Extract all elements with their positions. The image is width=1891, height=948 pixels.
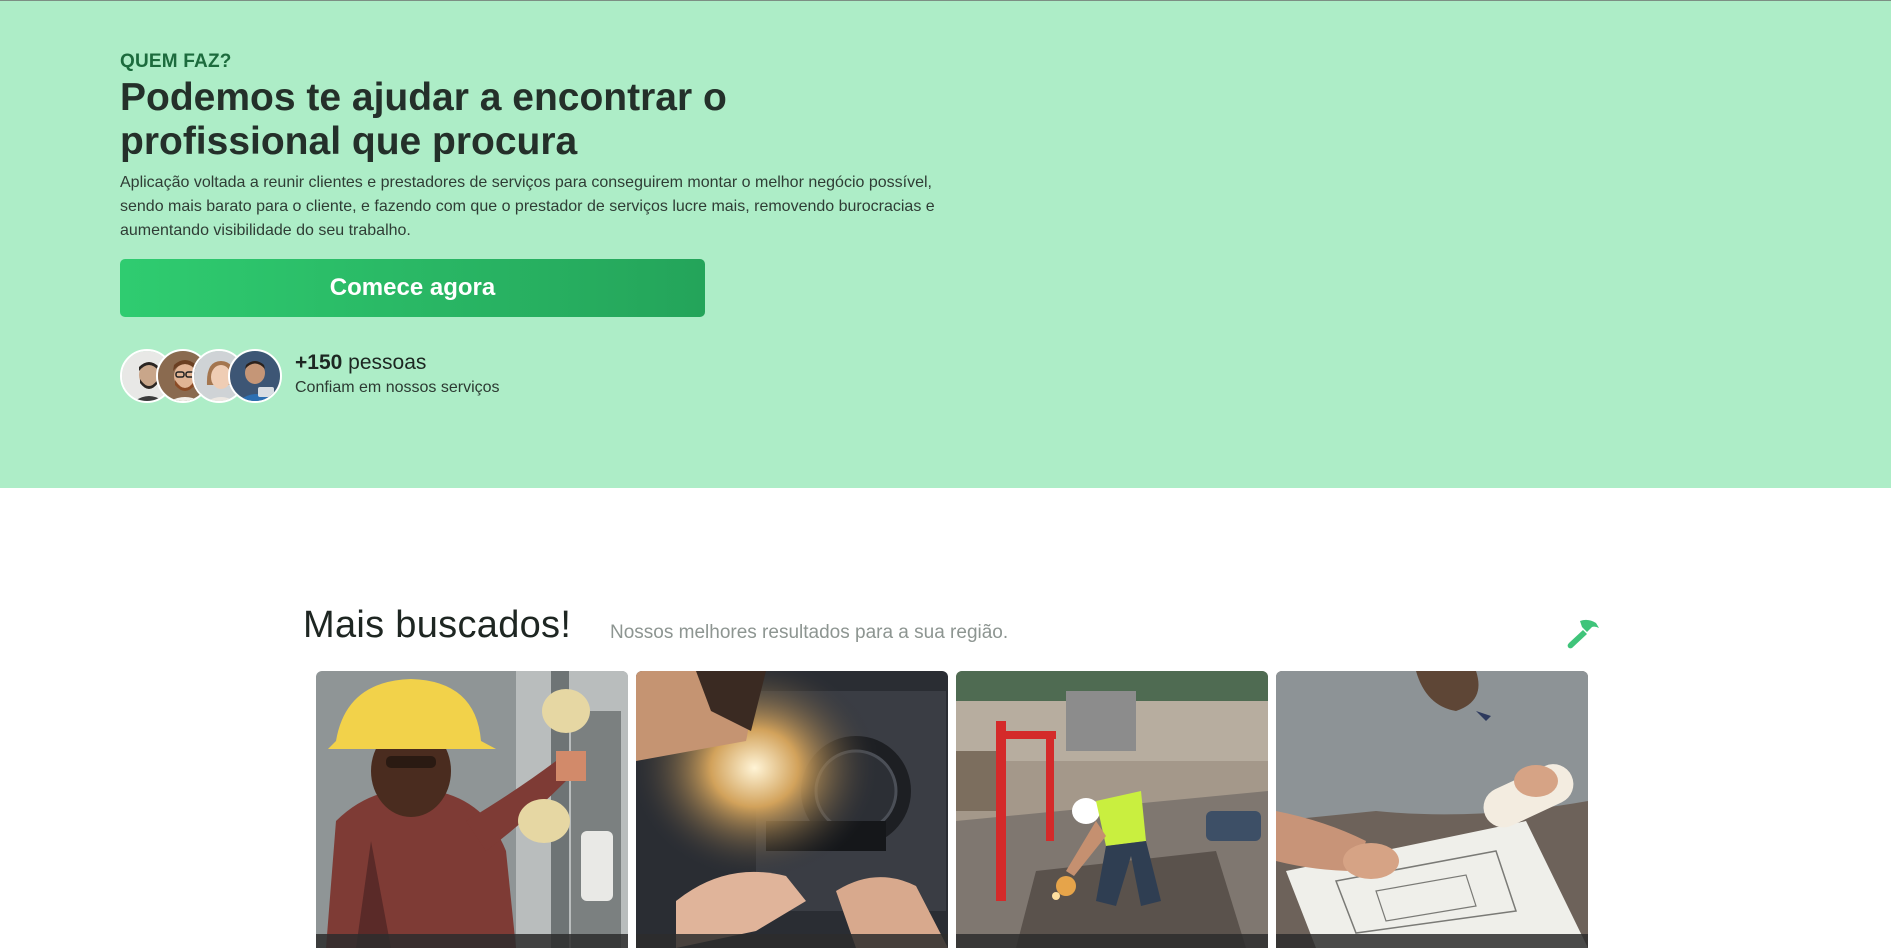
card-construction-worker[interactable]: [956, 671, 1268, 948]
computer-repair-photo: [636, 671, 948, 948]
start-now-button[interactable]: Comece agora: [120, 259, 705, 317]
hero-eyebrow: QUEM FAZ?: [120, 51, 232, 72]
card-electrician[interactable]: [316, 671, 628, 948]
trust-count: +150 pessoas: [295, 351, 426, 375]
card-caption: [316, 934, 628, 948]
customer-avatars: [120, 349, 285, 405]
trust-label: Confiam em nossos serviços: [295, 379, 500, 396]
card-caption: [1276, 934, 1588, 948]
card-architect[interactable]: [1276, 671, 1588, 948]
hero-description: Aplicação voltada a reunir clientes e pr…: [120, 174, 935, 239]
popular-section-title: Mais buscados!: [303, 604, 572, 646]
popular-section-subtitle: Nossos melhores resultados para a sua re…: [610, 622, 1009, 643]
card-caption: [956, 934, 1268, 948]
popular-cards: [316, 671, 1588, 948]
trust-count-unit: pessoas: [348, 351, 427, 374]
hammer-icon: [1566, 617, 1600, 649]
card-computer-repair[interactable]: [636, 671, 948, 948]
electrician-photo: [316, 671, 628, 948]
architect-blueprint-photo: [1276, 671, 1588, 948]
card-caption: [636, 934, 948, 948]
construction-worker-photo: [956, 671, 1268, 948]
avatar: [228, 349, 282, 403]
hero-title: Podemos te ajudar a encontrar o profissi…: [120, 76, 727, 163]
hero-section: QUEM FAZ? Podemos te ajudar a encontrar …: [0, 0, 1891, 488]
trust-count-number: +150: [295, 351, 343, 374]
